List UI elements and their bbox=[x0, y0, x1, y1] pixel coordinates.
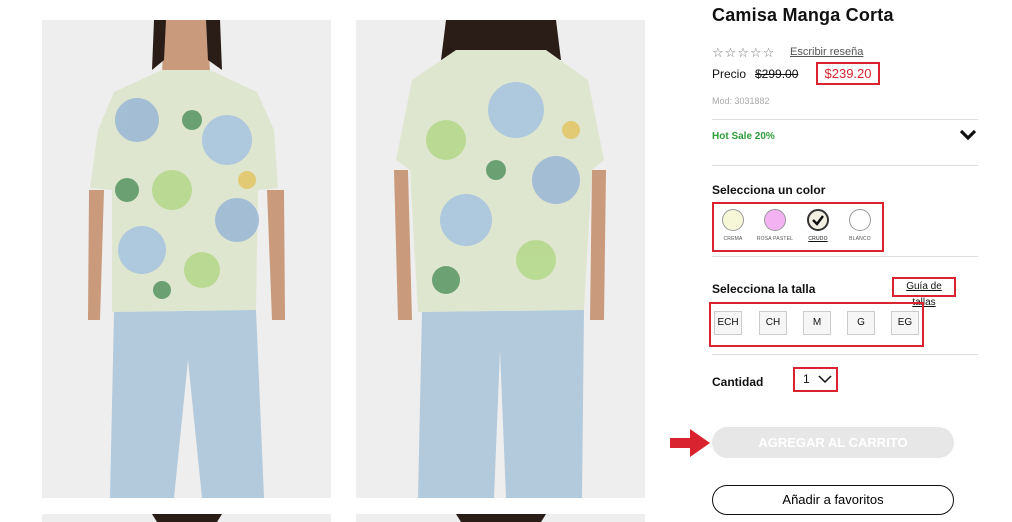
size-button-ch[interactable]: CH bbox=[759, 311, 787, 335]
chevron-down-icon bbox=[818, 375, 832, 384]
size-button-ech[interactable]: ECH bbox=[714, 311, 742, 335]
color-swatch-crudo[interactable] bbox=[807, 209, 829, 231]
original-price: $299.00 bbox=[755, 67, 799, 81]
size-guide-link[interactable]: Guía de tallas bbox=[892, 277, 956, 308]
price-label: Precio bbox=[712, 67, 747, 81]
color-swatch-label: CREMA bbox=[723, 236, 743, 242]
color-swatch-blanco[interactable] bbox=[849, 209, 871, 231]
size-section-label: Selecciona la talla bbox=[712, 282, 816, 296]
add-to-cart-button[interactable]: AGREGAR AL CARRITO bbox=[712, 427, 954, 458]
add-to-favorites-button[interactable]: Añadir a favoritos bbox=[712, 485, 954, 515]
product-photo-4[interactable] bbox=[356, 514, 645, 522]
size-button-g[interactable]: G bbox=[847, 311, 875, 335]
size-button-eg[interactable]: EG bbox=[891, 311, 919, 335]
rating-stars-icon[interactable]: ☆☆☆☆☆ bbox=[712, 45, 775, 61]
divider bbox=[712, 119, 978, 120]
product-photo-front[interactable] bbox=[42, 20, 331, 498]
color-swatch-crema[interactable] bbox=[722, 209, 744, 231]
arrow-right-icon bbox=[670, 429, 710, 457]
divider bbox=[712, 256, 978, 257]
chevron-down-icon[interactable] bbox=[959, 128, 977, 142]
quantity-value: 1 bbox=[803, 372, 810, 386]
sale-price: $239.20 bbox=[816, 62, 880, 85]
color-section-label: Selecciona un color bbox=[712, 183, 826, 197]
color-swatch-label: ROSA PASTEL bbox=[756, 236, 794, 242]
product-title: Camisa Manga Corta bbox=[712, 5, 894, 25]
quantity-label: Cantidad bbox=[712, 375, 764, 389]
product-photo-back[interactable] bbox=[356, 20, 645, 498]
color-swatch-label-selected: CRUDO bbox=[808, 236, 828, 242]
write-review-link[interactable]: Escribir reseña bbox=[790, 46, 863, 58]
size-button-m[interactable]: M bbox=[803, 311, 831, 335]
model-number: Mod: 3031882 bbox=[712, 96, 770, 106]
promo-label: Hot Sale 20% bbox=[712, 131, 775, 142]
color-swatch-label: BLANCO bbox=[849, 236, 871, 242]
divider bbox=[712, 354, 978, 355]
divider bbox=[712, 165, 978, 166]
product-photo-3[interactable] bbox=[42, 514, 331, 522]
checkmark-icon bbox=[812, 215, 824, 226]
product-page: Camisa Manga Corta ☆☆☆☆☆ Escribir reseña… bbox=[0, 0, 1012, 522]
color-swatch-rosa-pastel[interactable] bbox=[764, 209, 786, 231]
